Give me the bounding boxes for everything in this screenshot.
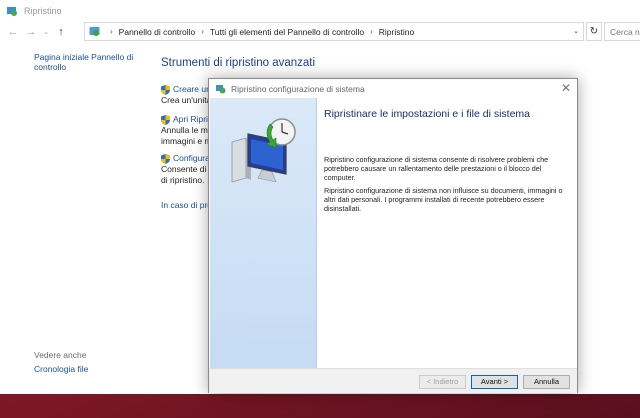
chevron-right-icon: › (370, 27, 373, 36)
configure-system-restore-desc-line1: Consente di n (161, 164, 214, 174)
system-restore-illustration (231, 118, 296, 183)
next-button[interactable]: Avanti > (471, 375, 518, 389)
back-button[interactable]: ← (4, 23, 22, 41)
configure-system-restore-desc-line2: di ripristino. (161, 175, 205, 185)
window-titlebar: Ripristino (0, 0, 640, 22)
see-also-label: Vedere anche (34, 350, 87, 360)
breadcrumb-all-items[interactable]: Tutti gli elementi del Pannello di contr… (210, 27, 364, 37)
open-system-restore-item: Apri Ripris Annulla le mo immagini e m (161, 114, 213, 147)
breadcrumb-control-panel[interactable]: Pannello di controllo (119, 27, 196, 37)
control-panel-icon (89, 27, 100, 36)
chevron-down-icon: ⌄ (43, 29, 49, 36)
arrow-up-icon: ↑ (58, 26, 64, 38)
create-recovery-drive-desc: Crea un'unità (161, 95, 212, 105)
recent-dropdown-button[interactable]: ⌄ (40, 23, 52, 41)
arrow-left-icon: ← (7, 26, 19, 38)
breadcrumb-recovery[interactable]: Ripristino (379, 27, 414, 37)
back-button[interactable]: < Indietro (419, 375, 466, 389)
page-title: Strumenti di ripristino avanzati (161, 57, 316, 69)
refresh-button[interactable]: ↻ (586, 22, 602, 41)
sidebar-home-link[interactable]: Pagina iniziale Pannello di controllo (34, 52, 144, 72)
address-dropdown-icon[interactable]: ⌄ (573, 27, 579, 35)
system-restore-icon (216, 85, 226, 94)
configure-system-restore-link[interactable]: Configura (161, 153, 213, 164)
search-input[interactable]: Cerca n (604, 22, 640, 41)
open-system-restore-link[interactable]: Apri Ripris (161, 114, 213, 125)
file-history-link[interactable]: Cronologia file (34, 364, 88, 374)
dialog-title: Ripristino configurazione di sistema (231, 83, 365, 94)
recovery-app-icon (7, 7, 17, 16)
address-row: ← → ⌄ ↑ › Pannello di controllo › Tutti … (0, 22, 640, 42)
chevron-right-icon: › (201, 27, 204, 36)
system-restore-dialog: Ripristino configurazione di sistema ✕ R… (208, 78, 578, 393)
dialog-description-2: Ripristino configurazione di sistema non… (324, 186, 563, 213)
refresh-icon: ↻ (589, 26, 599, 37)
open-system-restore-desc-line1: Annulla le mo (161, 125, 213, 135)
create-recovery-drive-item: Creare un' Crea un'unità (161, 84, 212, 106)
window-title: Ripristino (24, 6, 62, 16)
address-bar[interactable]: › Pannello di controllo › Tutti gli elem… (84, 22, 584, 41)
dialog-heading: Ripristinare le impostazioni e i file di… (324, 108, 530, 120)
dialog-button-bar: < Indietro Avanti > Annulla (209, 368, 577, 393)
dialog-description-1: Ripristino configurazione di sistema con… (324, 155, 549, 182)
chevron-right-icon: › (110, 27, 113, 36)
close-icon[interactable]: ✕ (561, 81, 571, 95)
uac-shield-icon (161, 114, 170, 125)
forward-button[interactable]: → (22, 23, 40, 41)
create-recovery-drive-label: Creare un' (173, 84, 213, 94)
cancel-button[interactable]: Annulla (523, 375, 570, 389)
dialog-titlebar: Ripristino configurazione di sistema ✕ (209, 79, 577, 98)
open-system-restore-label: Apri Ripris (173, 114, 213, 124)
open-system-restore-desc-line2: immagini e m (161, 136, 212, 146)
configure-system-restore-item: Configura Consente di n di ripristino. (161, 153, 213, 186)
arrow-right-icon: → (25, 26, 37, 38)
configure-system-restore-label: Configura (173, 153, 210, 163)
dialog-side-panel (210, 98, 317, 368)
create-recovery-drive-link[interactable]: Creare un' (161, 84, 212, 95)
uac-shield-icon (161, 84, 170, 95)
uac-shield-icon (161, 153, 170, 164)
up-button[interactable]: ↑ (52, 23, 70, 41)
